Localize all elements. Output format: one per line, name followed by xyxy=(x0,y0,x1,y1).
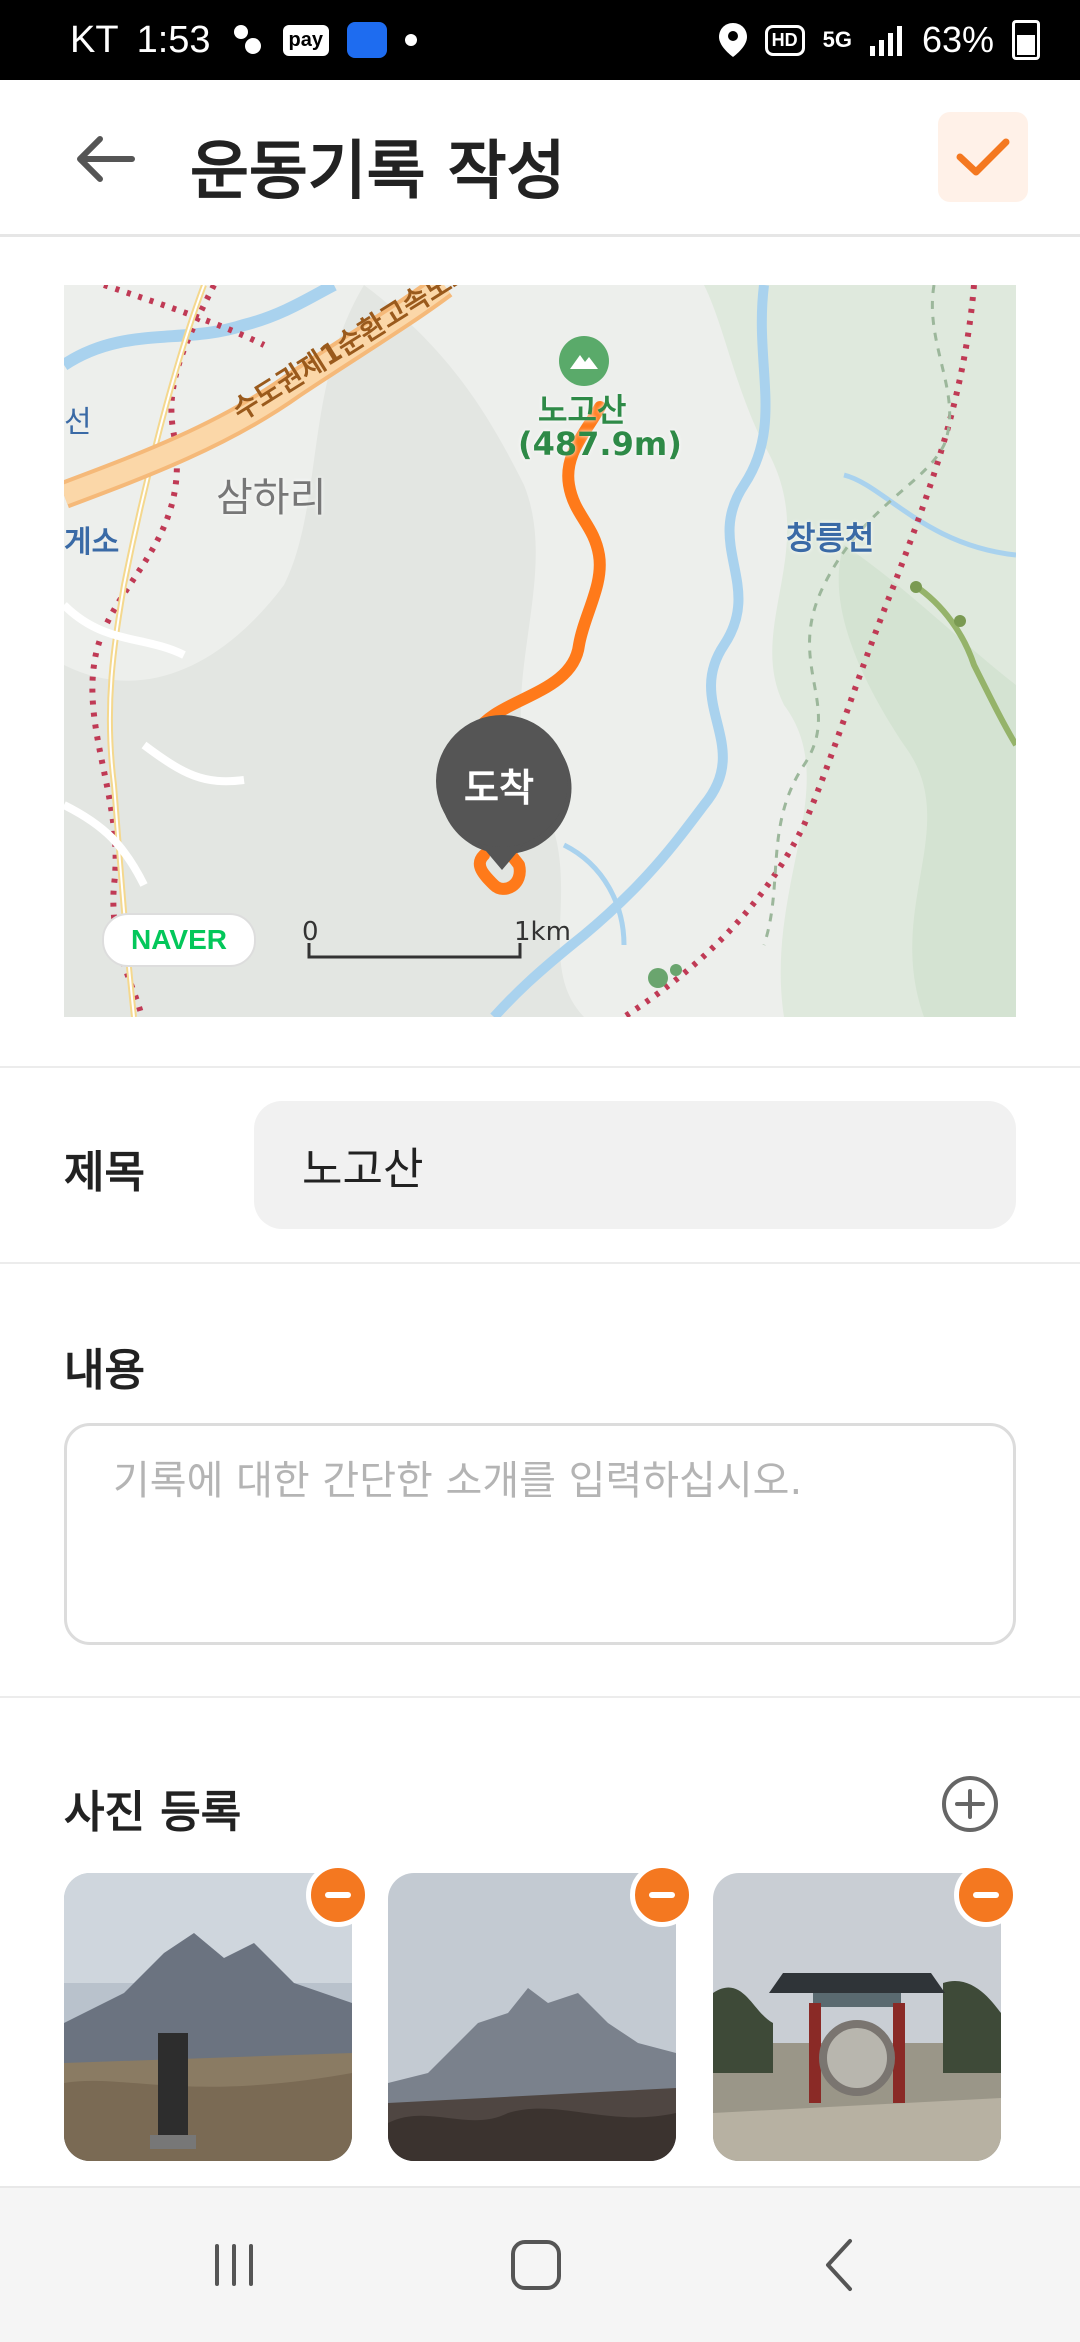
system-nav-bar xyxy=(0,2186,1080,2342)
battery-percent: 63% xyxy=(921,19,994,60)
photo-thumbnail-2[interactable] xyxy=(388,1873,676,2161)
map-label-village: 삼하리 xyxy=(216,475,327,521)
app-icon xyxy=(347,22,387,58)
recent-apps-button[interactable] xyxy=(154,2188,314,2342)
carrier-label: KT xyxy=(70,18,119,61)
scale-start: 0 xyxy=(302,917,319,947)
add-photo-button[interactable] xyxy=(940,1774,1000,1834)
back-button[interactable] xyxy=(70,124,140,194)
hd-icon: HD xyxy=(764,24,805,56)
arrival-marker-label: 도착 xyxy=(464,766,534,810)
title-label: 제목 xyxy=(64,1147,145,1198)
remove-photo-button-3[interactable] xyxy=(954,1863,1018,1927)
pay-icon: pay xyxy=(282,24,329,56)
status-bar: KT 1:53 pay HD 5G 63% xyxy=(0,0,1080,80)
content-placeholder: 기록에 대한 간단한 소개를 입력하십시오. xyxy=(113,1458,803,1504)
signal-icon xyxy=(869,24,904,56)
back-icon xyxy=(826,2239,852,2291)
map-label-stream: 창릉천 xyxy=(786,519,875,557)
notification-dot xyxy=(405,34,417,46)
battery-icon xyxy=(1012,20,1040,60)
title-input[interactable]: 노고산 xyxy=(254,1101,1016,1229)
walking-app-icon xyxy=(229,22,265,58)
5g-icon: 5G xyxy=(822,27,852,52)
divider xyxy=(0,1066,1080,1068)
title-input-value: 노고산 xyxy=(302,1144,424,1195)
divider xyxy=(0,1696,1080,1698)
remove-photo-button-1[interactable] xyxy=(306,1863,370,1927)
back-nav-button[interactable] xyxy=(760,2188,920,2342)
location-icon xyxy=(718,23,747,57)
content-textarea[interactable]: 기록에 대한 간단한 소개를 입력하십시오. xyxy=(64,1423,1016,1645)
route-map[interactable]: 노고산 (487.9m) 삼하리 창릉천 수도권제1순환고속도로 선 게소 도착… xyxy=(64,285,1016,1017)
page-title: 운동기록 작성 xyxy=(190,135,566,209)
content-label: 내용 xyxy=(64,1345,145,1396)
arrow-left-icon xyxy=(77,136,135,182)
map-label-left-1: 선 xyxy=(64,405,92,440)
app-header: 운동기록 작성 xyxy=(0,80,1080,237)
naver-logo: NAVER xyxy=(102,913,256,967)
remove-photo-button-2[interactable] xyxy=(630,1863,694,1927)
plus-circle-icon xyxy=(942,1776,998,1832)
map-label-left-2: 게소 xyxy=(64,525,120,560)
confirm-button[interactable] xyxy=(938,112,1028,202)
home-button[interactable] xyxy=(456,2188,616,2342)
photo-thumbnail-3[interactable] xyxy=(713,1873,1001,2161)
photo-section-label: 사진 등록 xyxy=(64,1787,242,1838)
map-label-elevation: (487.9m) xyxy=(518,425,682,463)
check-icon xyxy=(956,138,1010,176)
photo-thumbnail-1[interactable] xyxy=(64,1873,352,2161)
home-icon xyxy=(511,2240,561,2290)
divider xyxy=(0,1262,1080,1264)
clock: 1:53 xyxy=(136,18,211,61)
recent-apps-icon xyxy=(215,2244,253,2286)
scale-end: 1km xyxy=(514,917,571,947)
